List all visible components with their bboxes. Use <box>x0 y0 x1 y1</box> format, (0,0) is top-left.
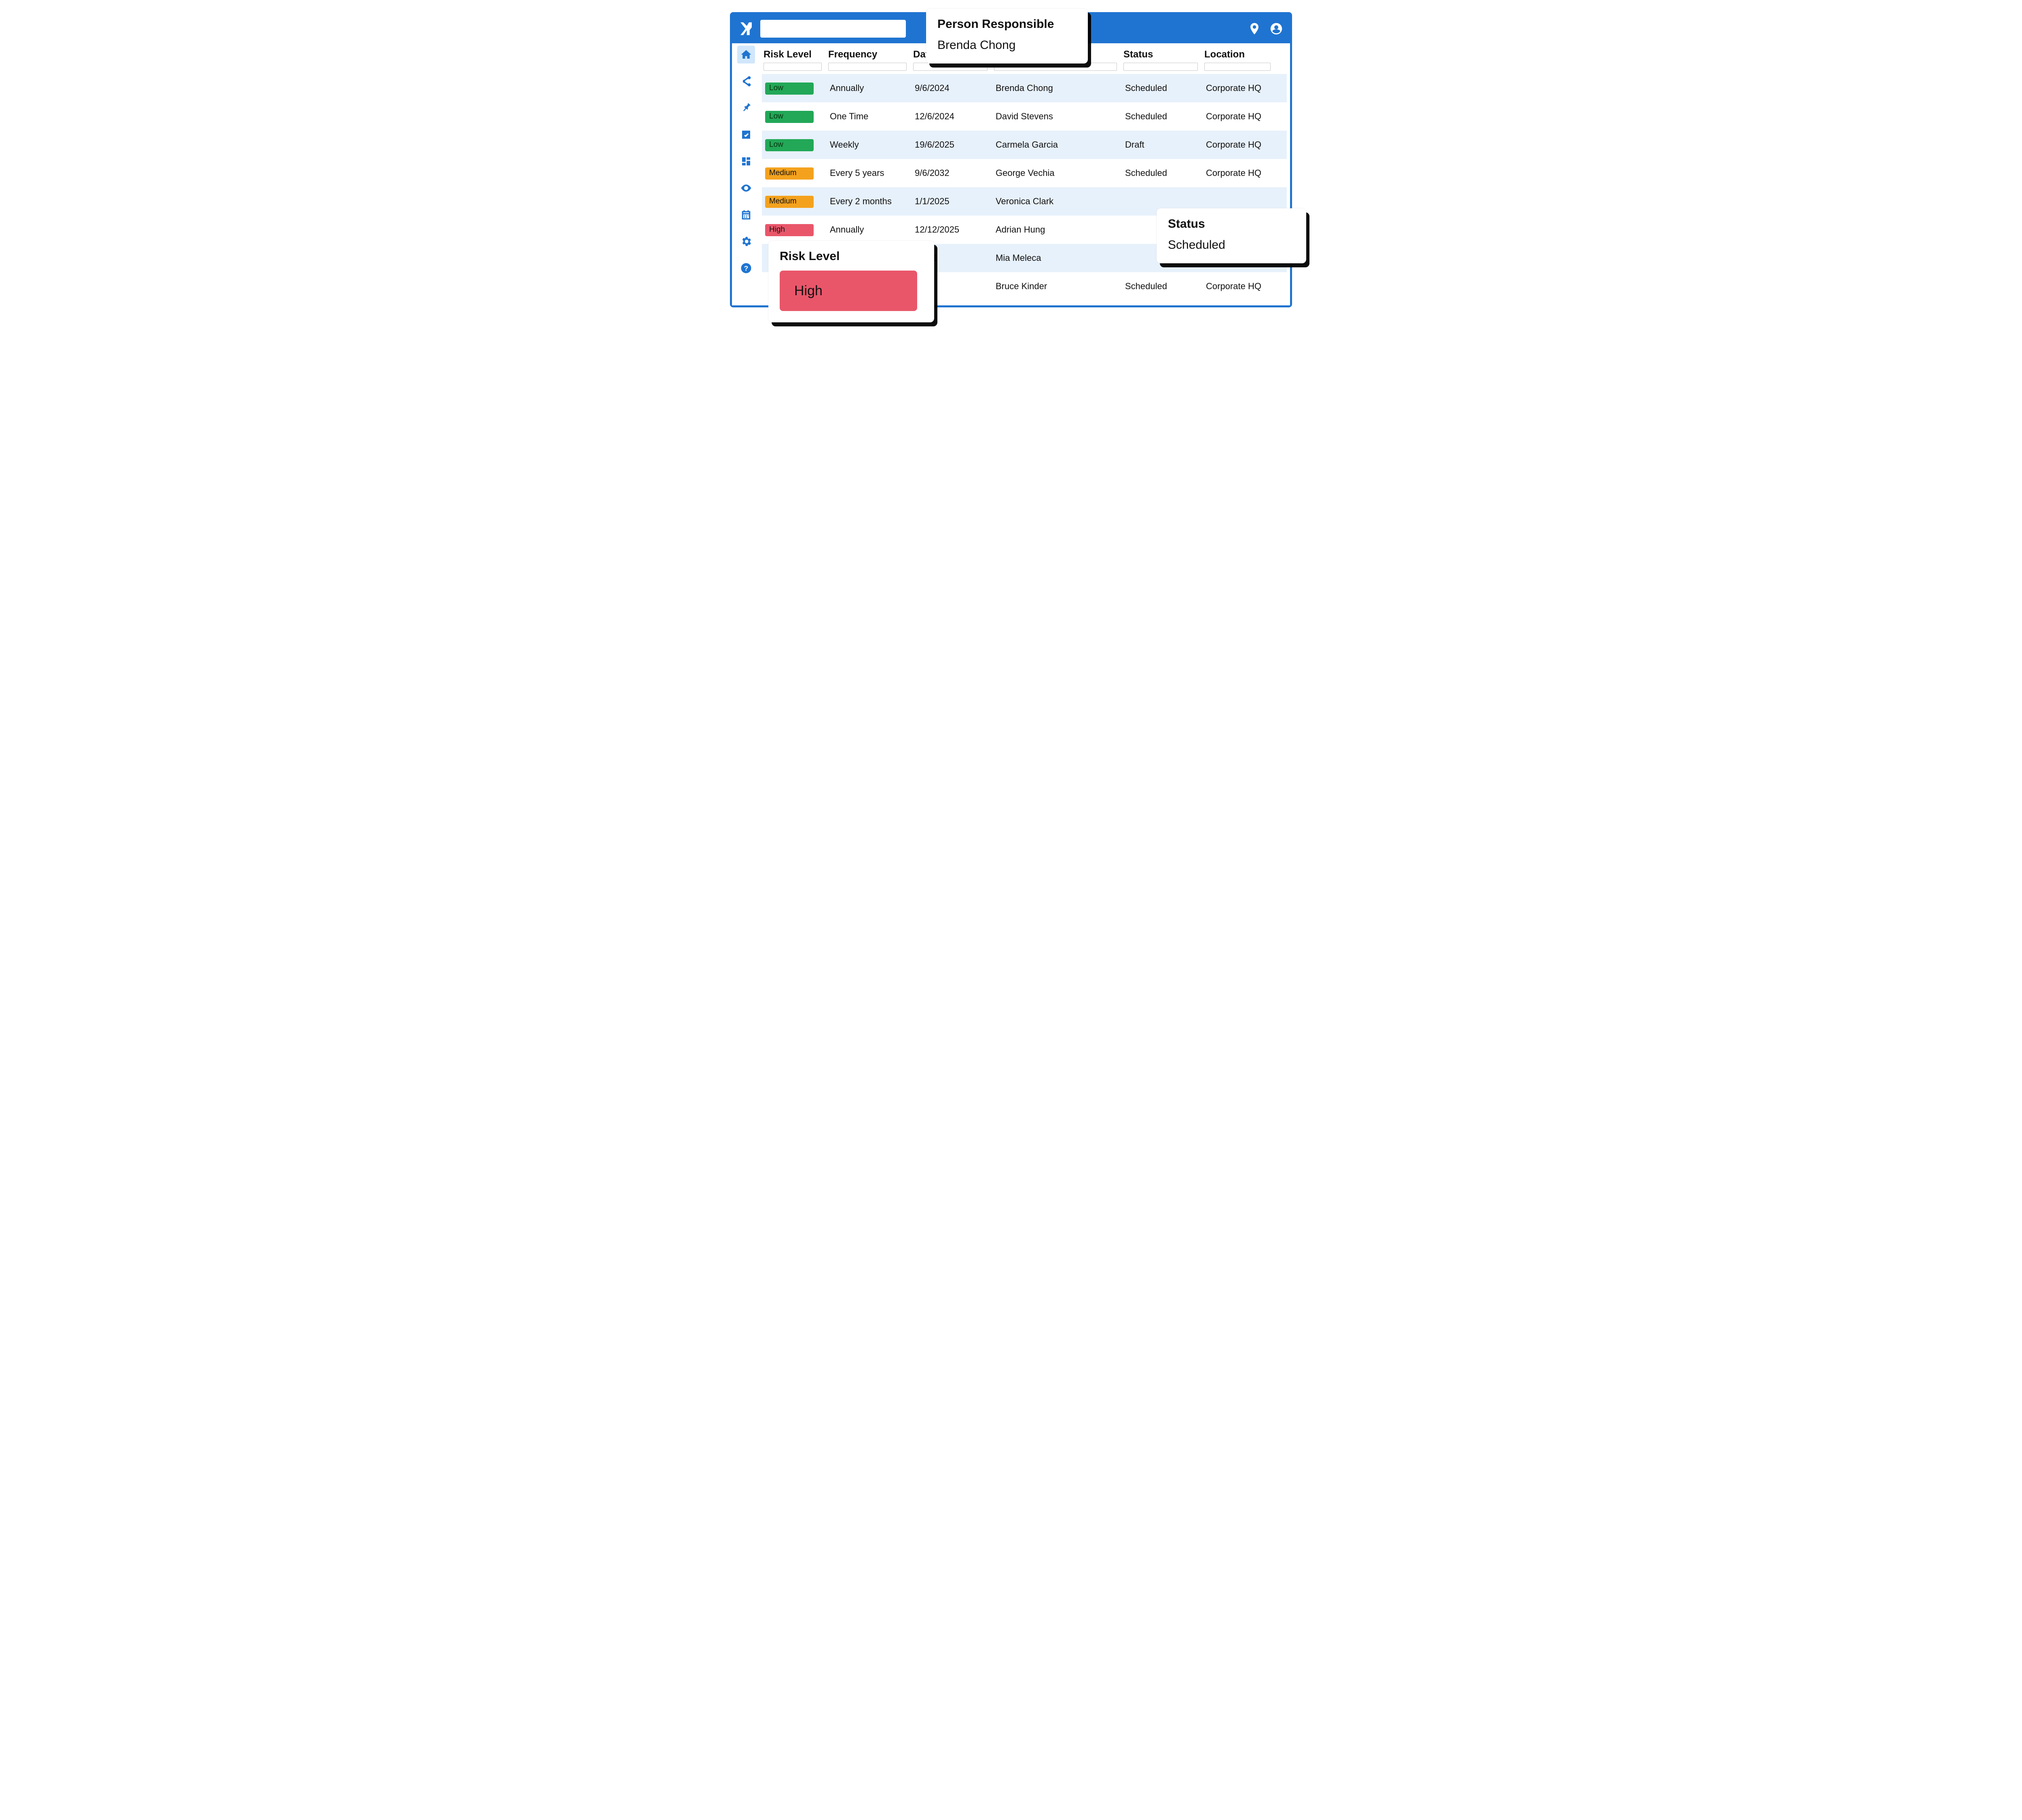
cell-date: 9/6/2032 <box>915 168 996 178</box>
cell-person: Bruce Kinder <box>996 281 1125 292</box>
cell-location: Corporate HQ <box>1206 140 1279 150</box>
callout-risk-title: Risk Level <box>780 250 923 263</box>
cell-status: Scheduled <box>1125 168 1206 178</box>
callout-person-value: Brenda Chong <box>937 38 1077 52</box>
app-window: ? Risk Level Frequency Date Person <box>730 12 1292 307</box>
col-header-status[interactable]: Status <box>1123 49 1204 63</box>
share-icon <box>740 75 752 87</box>
cell-person: Mia Meleca <box>996 253 1125 263</box>
search-input[interactable] <box>760 20 906 38</box>
col-filter-date[interactable] <box>913 63 988 71</box>
account-button[interactable] <box>1268 21 1284 37</box>
callout-status-value: Scheduled <box>1168 238 1295 252</box>
col-filter-person[interactable] <box>994 63 1117 71</box>
col-header-frequency[interactable]: Frequency <box>828 49 913 63</box>
sidebar: ? <box>732 43 760 305</box>
callout-risk: Risk Level High <box>768 241 934 322</box>
cell-status: Scheduled <box>1125 281 1206 292</box>
cell-frequency: One Time <box>830 111 915 122</box>
cell-person: George Vechia <box>996 168 1125 178</box>
calendar-icon <box>740 209 752 221</box>
risk-badge: Medium <box>765 196 814 208</box>
check-square-icon <box>740 129 752 141</box>
callout-risk-value: High <box>794 283 823 299</box>
sidebar-item-calendar[interactable] <box>737 206 755 224</box>
grid-icon <box>740 155 752 167</box>
location-pin-icon <box>1248 22 1261 36</box>
cell-frequency: Every 2 months <box>830 196 915 207</box>
risk-badge: Low <box>765 111 814 123</box>
sidebar-item-visibility[interactable] <box>737 179 755 197</box>
cell-location: Corporate HQ <box>1206 83 1279 93</box>
col-filter-frequency[interactable] <box>828 63 907 71</box>
help-circle-icon: ? <box>740 262 752 274</box>
risk-badge: High <box>765 224 814 236</box>
cell-person: Adrian Hung <box>996 224 1125 235</box>
col-filter-status[interactable] <box>1123 63 1198 71</box>
sidebar-item-pin[interactable] <box>737 99 755 117</box>
risk-badge: Low <box>765 83 814 95</box>
cell-person: Brenda Chong <box>996 83 1125 93</box>
sidebar-item-dashboard[interactable] <box>737 152 755 170</box>
home-icon <box>740 49 752 61</box>
table-row[interactable]: Low Weekly19/6/2025Carmela GarciaDraftCor… <box>762 131 1287 159</box>
sidebar-item-settings[interactable] <box>737 233 755 250</box>
callout-person-title: Person Responsible <box>937 17 1077 31</box>
cell-frequency: Weekly <box>830 140 915 150</box>
cell-person: Carmela Garcia <box>996 140 1125 150</box>
cell-location: Corporate HQ <box>1206 111 1279 122</box>
col-header-location[interactable]: Location <box>1204 49 1277 63</box>
sidebar-item-help[interactable]: ? <box>737 259 755 277</box>
eye-icon <box>740 182 752 194</box>
location-button[interactable] <box>1246 21 1263 37</box>
callout-risk-badge: High <box>780 271 917 311</box>
cell-location: Corporate HQ <box>1206 281 1279 292</box>
table-row[interactable]: Low One Time12/6/2024David StevensSchedul… <box>762 102 1287 131</box>
logo-icon <box>738 20 755 37</box>
cell-status: Scheduled <box>1125 83 1206 93</box>
callout-status: Status Scheduled <box>1157 208 1306 263</box>
col-filter-location[interactable] <box>1204 63 1271 71</box>
svg-text:?: ? <box>744 264 749 272</box>
pin-icon <box>738 99 755 116</box>
table-row[interactable]: Low Annually9/6/2024Brenda ChongScheduled… <box>762 74 1287 102</box>
cell-status: Scheduled <box>1125 111 1206 122</box>
callout-person: Person Responsible Brenda Chong <box>926 8 1088 63</box>
sidebar-item-home[interactable] <box>737 46 755 63</box>
table-row[interactable]: Medium Every 5 years9/6/2032George Vechia… <box>762 159 1287 187</box>
cell-frequency: Every 5 years <box>830 168 915 178</box>
cell-date: 19/6/2025 <box>915 140 996 150</box>
cell-date: 12/12/2025 <box>915 224 996 235</box>
sidebar-item-share[interactable] <box>737 72 755 90</box>
col-header-risk[interactable]: Risk Level <box>764 49 828 63</box>
risk-badge: Low <box>765 139 814 151</box>
cell-status: Draft <box>1125 140 1206 150</box>
app-logo[interactable] <box>738 20 755 37</box>
risk-badge: Medium <box>765 167 814 180</box>
user-circle-icon <box>1269 22 1283 36</box>
gear-icon <box>740 235 752 248</box>
sidebar-item-tasks[interactable] <box>737 126 755 144</box>
cell-person: Veronica Clark <box>996 196 1125 207</box>
cell-frequency: Annually <box>830 224 915 235</box>
cell-date: 9/6/2024 <box>915 83 996 93</box>
cell-date: 12/6/2024 <box>915 111 996 122</box>
cell-date: 1/1/2025 <box>915 196 996 207</box>
cell-location: Corporate HQ <box>1206 168 1279 178</box>
cell-frequency: Annually <box>830 83 915 93</box>
col-filter-risk[interactable] <box>764 63 822 71</box>
callout-status-title: Status <box>1168 217 1295 231</box>
cell-person: David Stevens <box>996 111 1125 122</box>
